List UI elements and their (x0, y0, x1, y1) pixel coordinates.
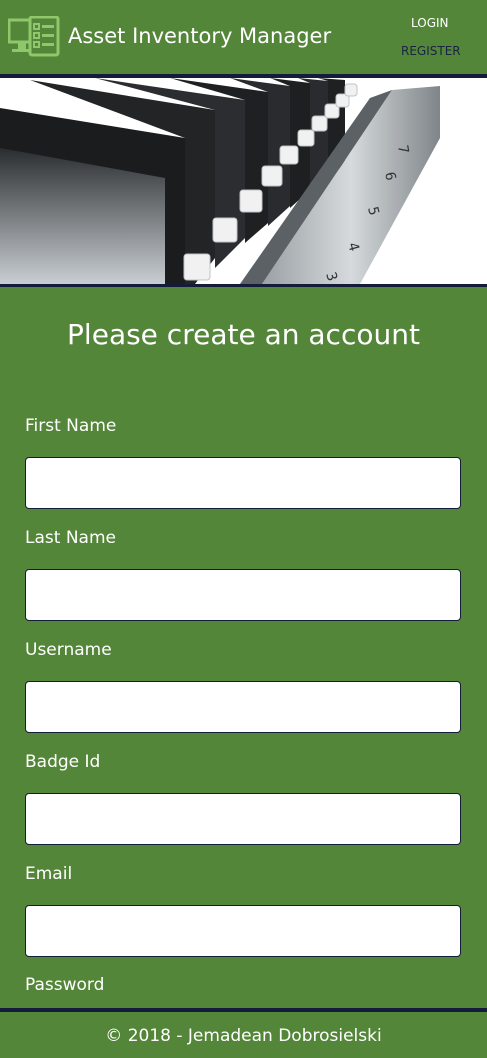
copyright-text: © 2018 - Jemadean Dobrosielski (105, 1026, 382, 1046)
hero-banner-image: 7 6 5 4 3 (0, 78, 487, 287)
checklist-clipboard-icon[interactable] (7, 15, 60, 58)
password-label: Password (25, 975, 105, 995)
first-name-label: First Name (25, 416, 117, 436)
username-field[interactable] (25, 681, 461, 733)
page-title: Please create an account (67, 318, 420, 351)
first-name-field[interactable] (25, 457, 461, 509)
badge-id-field[interactable] (25, 793, 461, 845)
register-link[interactable]: REGISTER (401, 44, 461, 58)
login-link[interactable]: LOGIN (411, 16, 449, 30)
app-title[interactable]: Asset Inventory Manager (68, 24, 331, 48)
top-header: Asset Inventory Manager LOGIN REGISTER (0, 0, 487, 78)
email-field[interactable] (25, 905, 461, 957)
badge-id-label: Badge Id (25, 752, 101, 772)
last-name-label: Last Name (25, 528, 116, 548)
email-label: Email (25, 864, 73, 884)
last-name-field[interactable] (25, 569, 461, 621)
username-label: Username (25, 640, 112, 660)
footer: © 2018 - Jemadean Dobrosielski (0, 1008, 487, 1058)
